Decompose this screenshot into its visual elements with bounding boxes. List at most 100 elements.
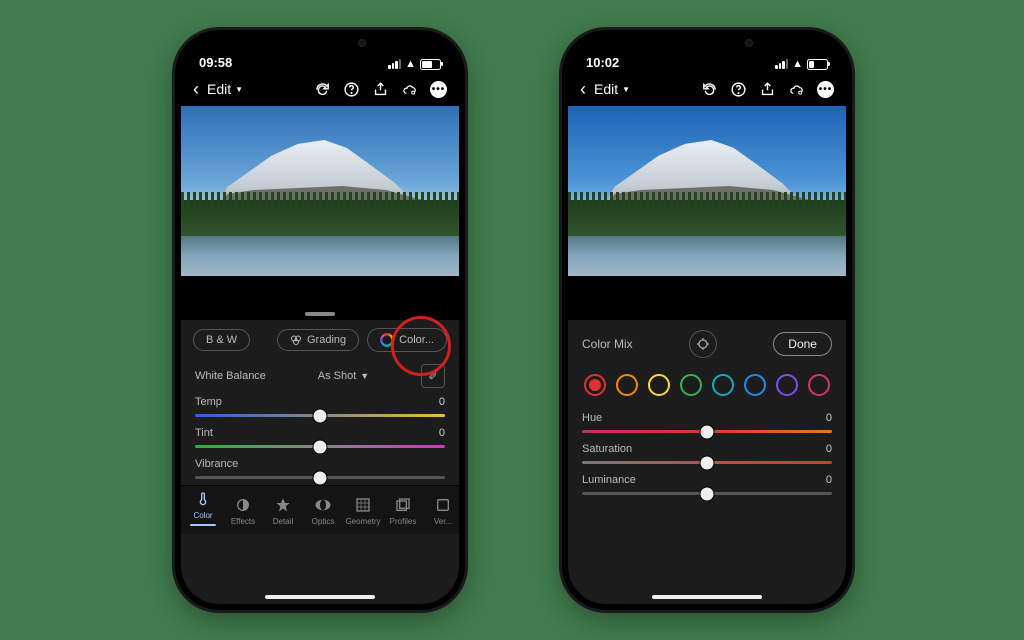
tool-geometry[interactable]: Geometry	[343, 496, 383, 526]
swatch-green[interactable]	[680, 374, 702, 396]
tool-detail[interactable]: Detail	[263, 496, 303, 526]
edit-label: Edit	[207, 81, 231, 97]
chevron-down-icon: ▼	[235, 85, 243, 94]
temp-label: Temp	[195, 396, 222, 408]
home-indicator[interactable]	[652, 595, 762, 599]
help-icon[interactable]	[730, 81, 747, 98]
white-balance-label: White Balance	[195, 370, 266, 382]
eyedropper-button[interactable]: ✐	[421, 364, 445, 388]
swatch-purple[interactable]	[776, 374, 798, 396]
target-adjust-button[interactable]	[689, 330, 717, 358]
saturation-slider[interactable]	[568, 459, 846, 470]
battery-icon	[420, 59, 441, 70]
effects-icon	[232, 496, 254, 514]
app-navbar: ‹ Edit ▼	[181, 72, 459, 106]
tool-versions[interactable]: Ver...	[423, 496, 459, 526]
cloud-icon[interactable]	[401, 81, 418, 98]
photo-preview[interactable]	[568, 106, 846, 276]
back-button[interactable]: ‹	[580, 79, 586, 100]
thermometer-icon	[192, 490, 214, 508]
swatch-magenta[interactable]	[808, 374, 830, 396]
tool-optics[interactable]: Optics	[303, 496, 343, 526]
screen: 10:02 ▲ ‹ Edit ▼	[568, 36, 846, 604]
luminance-slider[interactable]	[568, 490, 846, 501]
color-mix-button[interactable]: Color...	[367, 328, 447, 352]
versions-icon	[432, 496, 454, 514]
bw-toggle[interactable]: B & W	[193, 329, 250, 351]
edit-mode-dropdown[interactable]: Edit ▼	[594, 81, 630, 97]
phone-mockup-left: 09:58 ▲ ‹ Edit ▼	[175, 30, 465, 610]
hue-value: 0	[826, 412, 832, 424]
wifi-icon: ▲	[792, 58, 803, 70]
panel-drag-handle[interactable]	[305, 312, 335, 316]
swatch-red[interactable]	[584, 374, 606, 396]
swatch-orange[interactable]	[616, 374, 638, 396]
more-button[interactable]: •••	[430, 81, 447, 98]
grading-label: Grading	[307, 334, 346, 346]
panel-divider	[568, 276, 846, 320]
clock: 09:58	[199, 55, 232, 70]
tool-color[interactable]: Color	[183, 490, 223, 526]
color-mix-label: Color...	[399, 334, 434, 346]
back-button[interactable]: ‹	[193, 79, 199, 100]
redo-icon[interactable]	[314, 81, 331, 98]
swatch-yellow[interactable]	[648, 374, 670, 396]
tool-label: Geometry	[345, 517, 380, 526]
tint-slider[interactable]	[181, 443, 459, 454]
tool-label: Ver...	[434, 517, 452, 526]
done-button[interactable]: Done	[773, 332, 832, 356]
tool-profiles[interactable]: Profiles	[383, 496, 423, 526]
chevron-down-icon: ▼	[622, 85, 630, 94]
white-balance-value: As Shot	[318, 370, 357, 382]
tool-label: Profiles	[390, 517, 417, 526]
hue-label: Hue	[582, 412, 602, 424]
share-icon[interactable]	[759, 81, 776, 98]
detail-icon	[272, 496, 294, 514]
photo-preview[interactable]	[181, 106, 459, 276]
saturation-label: Saturation	[582, 443, 632, 455]
target-icon	[696, 337, 710, 351]
panel-divider	[181, 276, 459, 320]
profiles-icon	[392, 496, 414, 514]
swatch-blue[interactable]	[744, 374, 766, 396]
swatch-aqua[interactable]	[712, 374, 734, 396]
grading-button[interactable]: Grading	[277, 329, 359, 351]
vibrance-label: Vibrance	[195, 458, 238, 470]
vibrance-slider[interactable]	[181, 474, 459, 485]
optics-icon	[312, 496, 334, 514]
home-indicator[interactable]	[265, 595, 375, 599]
undo-icon[interactable]	[701, 81, 718, 98]
edit-mode-dropdown[interactable]: Edit ▼	[207, 81, 243, 97]
chevron-down-icon: ▼	[360, 371, 369, 381]
tool-effects[interactable]: Effects	[223, 496, 263, 526]
saturation-value: 0	[826, 443, 832, 455]
temp-value: 0	[439, 396, 445, 408]
help-icon[interactable]	[343, 81, 360, 98]
temp-slider[interactable]	[181, 412, 459, 423]
edit-toolbar: Color Effects Detail	[181, 485, 459, 534]
color-mix-header: Color Mix	[582, 337, 633, 351]
wifi-icon: ▲	[405, 58, 416, 70]
white-balance-select[interactable]: As Shot ▼	[318, 370, 369, 382]
camera-dot	[745, 39, 753, 47]
more-button[interactable]: •••	[817, 81, 834, 98]
color-ring-icon	[380, 333, 394, 347]
cellular-icon	[775, 59, 788, 69]
grading-icon	[290, 334, 302, 346]
cloud-icon[interactable]	[788, 81, 805, 98]
cellular-icon	[388, 59, 401, 69]
phone-notch	[250, 30, 390, 56]
color-swatches	[568, 368, 846, 408]
share-icon[interactable]	[372, 81, 389, 98]
color-mix-panel: Color Mix Done Hue	[568, 320, 846, 604]
hue-slider[interactable]	[568, 428, 846, 439]
tool-label: Optics	[312, 517, 335, 526]
tool-label: Effects	[231, 517, 255, 526]
phone-mockup-right: 10:02 ▲ ‹ Edit ▼	[562, 30, 852, 610]
camera-dot	[358, 39, 366, 47]
luminance-value: 0	[826, 474, 832, 486]
screen: 09:58 ▲ ‹ Edit ▼	[181, 36, 459, 604]
clock: 10:02	[586, 55, 619, 70]
tool-label: Color	[193, 511, 212, 520]
luminance-label: Luminance	[582, 474, 636, 486]
